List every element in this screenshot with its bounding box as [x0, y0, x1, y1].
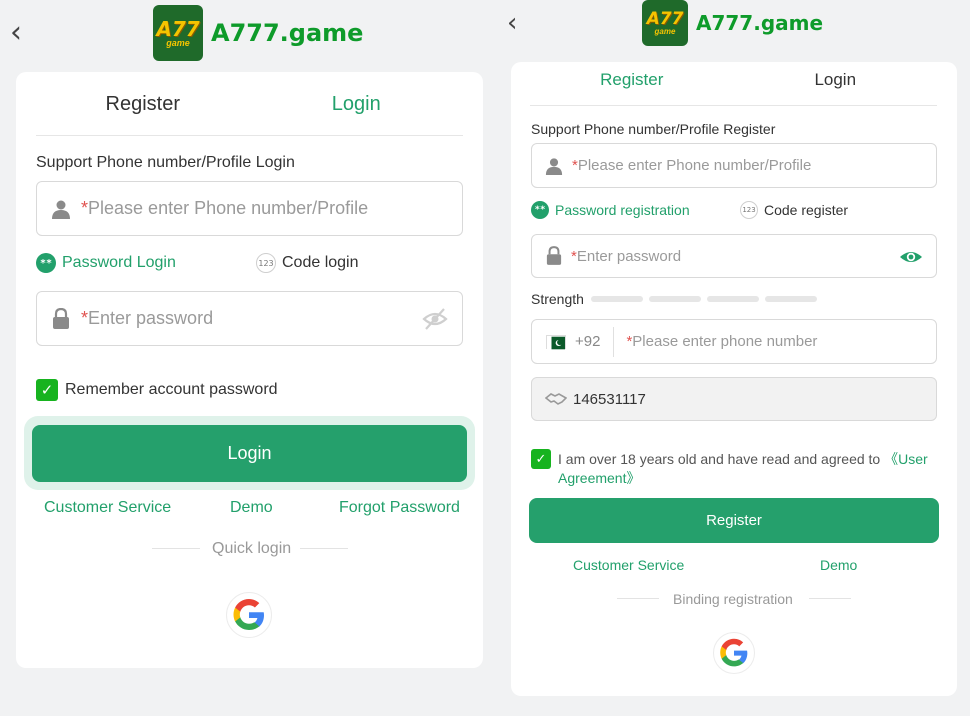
- remember-checkbox[interactable]: ✓: [36, 379, 58, 401]
- auth-tabs: Register Login: [530, 60, 937, 106]
- code-method-icon: 123: [740, 201, 758, 219]
- password-placeholder: Enter password: [88, 308, 214, 328]
- google-register-button[interactable]: [713, 632, 755, 674]
- invite-code-value: 146531117: [573, 390, 646, 408]
- google-icon: [720, 638, 748, 667]
- eye-icon[interactable]: [899, 248, 923, 271]
- divider-left: [617, 598, 659, 599]
- logo-text: A777.game: [696, 11, 824, 35]
- register-button[interactable]: Register: [529, 498, 939, 543]
- customer-service-link[interactable]: Customer Service: [44, 499, 171, 517]
- required-mark: *: [81, 198, 89, 218]
- required-mark: *: [81, 308, 89, 328]
- method-password-login[interactable]: ** Password Login: [36, 253, 176, 273]
- demo-link[interactable]: Demo: [820, 557, 857, 573]
- phone-placeholder: Please enter phone number: [632, 333, 818, 350]
- username-placeholder: Please enter Phone number/Profile: [88, 198, 369, 218]
- phone-divider: [613, 326, 615, 357]
- agreement-text: I am over 18 years old and have read and…: [558, 451, 928, 486]
- support-label: Support Phone number/Profile Register: [531, 121, 776, 137]
- username-input[interactable]: * Please enter Phone number/Profile: [36, 181, 463, 236]
- strength-label: Strength: [531, 291, 584, 307]
- logo-badge-icon: A77 game: [642, 0, 688, 46]
- strength-bar-4: [765, 296, 817, 302]
- support-label: Support Phone number/Profile Login: [36, 154, 295, 171]
- customer-service-link[interactable]: Customer Service: [573, 557, 684, 573]
- tab-login[interactable]: Login: [250, 84, 464, 135]
- demo-link[interactable]: Demo: [230, 499, 273, 517]
- strength-bar-1: [591, 296, 643, 302]
- back-arrow-icon[interactable]: ‹: [10, 18, 22, 48]
- logo-text: A777.game: [211, 19, 364, 47]
- strength-bar-3: [707, 296, 759, 302]
- username-input[interactable]: * Please enter Phone number/Profile: [531, 143, 937, 188]
- password-method-icon: **: [531, 201, 549, 219]
- phone-input[interactable]: +92 * Please enter phone number: [531, 319, 937, 364]
- method-code-register[interactable]: 123 Code register: [740, 201, 848, 219]
- remember-row[interactable]: ✓ Remember account password: [36, 379, 278, 401]
- logo-badge-icon: A77 game: [153, 5, 203, 61]
- auth-tabs: Register Login: [36, 84, 463, 136]
- tab-register[interactable]: Register: [530, 60, 734, 105]
- divider-right: [300, 548, 348, 549]
- app-logo: A77 game A777.game: [642, 0, 823, 46]
- register-pane: ‹ A77 game A777.game Register Login Supp…: [500, 0, 970, 716]
- forgot-password-link[interactable]: Forgot Password: [339, 499, 460, 517]
- login-button[interactable]: Login: [32, 425, 467, 482]
- google-login-button[interactable]: [226, 592, 272, 638]
- eye-off-icon[interactable]: [422, 307, 448, 336]
- app-logo: A77 game A777.game: [153, 5, 363, 61]
- user-icon: [545, 157, 563, 175]
- agreement-checkbox[interactable]: ✓: [531, 449, 551, 469]
- password-input[interactable]: * Enter password: [531, 234, 937, 278]
- country-code[interactable]: +92: [575, 333, 600, 350]
- google-icon: [233, 599, 264, 630]
- remember-label: Remember account password: [65, 381, 278, 398]
- username-placeholder: Please enter Phone number/Profile: [577, 157, 812, 174]
- password-method-icon: **: [36, 253, 56, 273]
- handshake-icon: [545, 392, 567, 406]
- binding-registration-label: Binding registration: [673, 591, 793, 607]
- method-code-login[interactable]: 123 Code login: [256, 253, 359, 273]
- tab-register[interactable]: Register: [36, 84, 250, 135]
- lock-icon: [546, 246, 562, 266]
- quick-login-label: Quick login: [212, 540, 292, 557]
- password-input[interactable]: * Enter password: [36, 291, 463, 346]
- lock-icon: [51, 307, 71, 330]
- method-password-registration[interactable]: ** Password registration: [531, 201, 690, 219]
- code-method-icon: 123: [256, 253, 276, 273]
- divider-left: [152, 548, 200, 549]
- divider-right: [809, 598, 851, 599]
- login-pane: ‹ A77 game A777.game Register Login Supp…: [0, 0, 500, 716]
- strength-bar-2: [649, 296, 701, 302]
- back-arrow-icon[interactable]: ‹: [507, 10, 517, 36]
- pakistan-flag-icon: [546, 334, 566, 349]
- invite-code-input[interactable]: 146531117: [531, 377, 937, 421]
- user-icon: [51, 199, 71, 219]
- password-placeholder: Enter password: [576, 247, 682, 265]
- tab-login[interactable]: Login: [734, 60, 938, 105]
